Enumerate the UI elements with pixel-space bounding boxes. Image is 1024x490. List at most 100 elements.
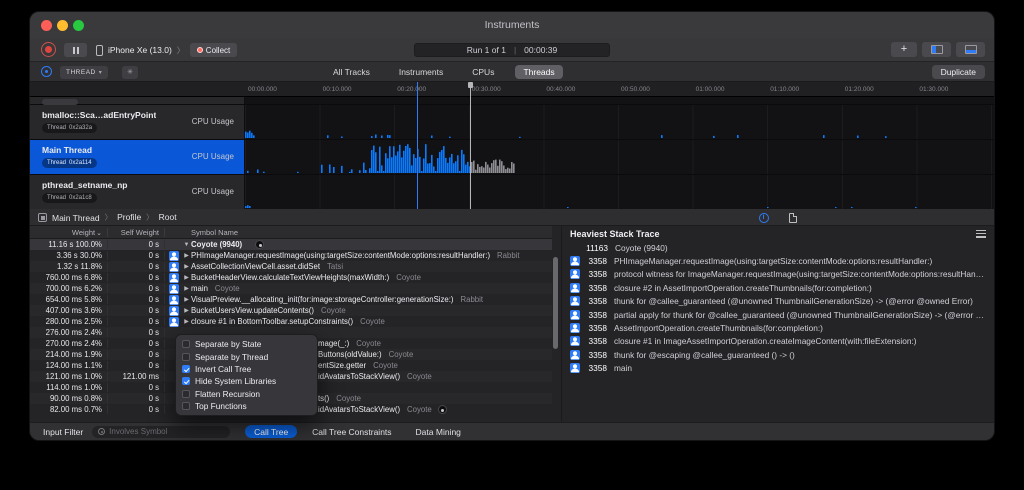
- stack-trace-row[interactable]: 3358 partial apply for thunk for @callee…: [562, 308, 994, 321]
- checkmark-icon: [182, 390, 190, 398]
- ruler-tick-label: 00:00.000: [248, 86, 277, 93]
- ruler-tick-label: 00:10.000: [323, 86, 352, 93]
- track-view-tabs: All Tracks Instruments CPUs Threads: [325, 62, 563, 82]
- stack-trace-row[interactable]: 11163 Coyote (9940): [562, 241, 994, 254]
- user-icon: [169, 317, 179, 327]
- track-label[interactable]: bmalloc::Sca…adEntryPoint Thread0x2a32a …: [30, 105, 245, 139]
- stack-trace-row[interactable]: 3358 protocol witness for ImageManager.r…: [562, 268, 994, 281]
- toggle-bottom-panel-button[interactable]: [956, 42, 985, 57]
- cpu-usage-graph[interactable]: [245, 175, 994, 209]
- weight-cell: 214.00 ms 1.9%: [30, 350, 108, 359]
- thread-filter-chip[interactable]: THREAD: [60, 66, 108, 79]
- icon-cell: [165, 306, 182, 316]
- self-weight-cell: 0 s: [108, 240, 165, 249]
- call-tree-row[interactable]: 760.00 ms 6.8% 0 s ▶BucketHeaderView.cal…: [30, 272, 552, 283]
- symbol-cell: ▶AssetCollectionViewCell.asset.didSetTat…: [182, 262, 552, 271]
- focus-badge-icon[interactable]: [255, 240, 264, 249]
- track-filter-tab[interactable]: All Tracks: [325, 65, 378, 79]
- call-tree-row[interactable]: 11.16 s 100.0% 0 s ▼Coyote (9940): [30, 239, 552, 250]
- call-tree-row[interactable]: 3.36 s 30.0% 0 s ▶PHImageManager.request…: [30, 250, 552, 261]
- disclosure-icon[interactable]: ▶: [182, 252, 191, 259]
- track-row[interactable]: Main Thread Thread0x2a114 CPU Usage: [30, 140, 994, 175]
- detail-tab[interactable]: Call Tree: [245, 425, 297, 438]
- checkmark-icon: [182, 377, 190, 385]
- focus-badge-icon[interactable]: [438, 405, 447, 414]
- symbol-filter-input[interactable]: [109, 427, 224, 436]
- context-menu-item[interactable]: Hide System Libraries: [176, 375, 317, 387]
- sample-count: 3358: [585, 256, 607, 266]
- track-row[interactable]: pthread_setname_np Thread0x2a1c8 CPU Usa…: [30, 175, 994, 209]
- track-label[interactable]: Main Thread Thread0x2a114 CPU Usage: [30, 140, 245, 174]
- filter-token-chip[interactable]: ✳: [122, 66, 138, 79]
- detail-tab[interactable]: Data Mining: [407, 425, 470, 438]
- weight-cell: 700.00 ms 6.2%: [30, 284, 108, 293]
- cpu-usage-graph[interactable]: [245, 105, 994, 139]
- ruler-tick-label: 01:10.000: [770, 86, 799, 93]
- disclosure-icon[interactable]: ▶: [182, 307, 191, 314]
- column-header-self-weight[interactable]: Self Weight: [108, 228, 165, 237]
- sample-count: 3358: [585, 350, 607, 360]
- stack-trace-row[interactable]: 3358 main: [562, 362, 994, 375]
- duplicate-button[interactable]: Duplicate: [932, 65, 985, 79]
- partial-track-row[interactable]: [30, 97, 994, 105]
- track-name: Main Thread: [42, 145, 92, 155]
- context-menu-item[interactable]: Separate by Thread: [176, 350, 317, 362]
- track-name: bmalloc::Sca…adEntryPoint: [42, 110, 156, 120]
- add-instrument-button[interactable]: +: [891, 42, 917, 57]
- stack-trace-row[interactable]: 3358 closure #1 in ImageAssetImportOpera…: [562, 335, 994, 348]
- track-filter-tab[interactable]: Instruments: [391, 65, 451, 79]
- weight-cell: 407.00 ms 3.6%: [30, 306, 108, 315]
- stack-trace-row[interactable]: 3358 closure #2 in AssetImportOperation.…: [562, 281, 994, 294]
- disclosure-icon[interactable]: ▶: [182, 285, 191, 292]
- info-icon[interactable]: i: [759, 213, 769, 223]
- context-menu-item[interactable]: Separate by State: [176, 338, 317, 350]
- stack-trace-row[interactable]: 3358 thunk for @callee_guaranteed (@unow…: [562, 295, 994, 308]
- column-header-symbol[interactable]: Symbol Name: [165, 228, 238, 237]
- track-filter-tab[interactable]: CPUs: [464, 65, 502, 79]
- breadcrumb-item[interactable]: Main Thread: [52, 213, 100, 223]
- symbol-cell: ▶PHImageManager.requestImage(using:targe…: [182, 251, 552, 260]
- cpu-usage-graph[interactable]: [245, 140, 994, 174]
- library-name: Coyote: [389, 350, 414, 359]
- playhead-marker[interactable]: [470, 82, 471, 209]
- column-header-weight[interactable]: Weight: [30, 228, 108, 237]
- disclosure-icon[interactable]: ▶: [182, 263, 191, 270]
- context-menu-item[interactable]: Invert Call Tree: [176, 363, 317, 375]
- toggle-left-panel-button[interactable]: [922, 42, 951, 57]
- context-menu-item[interactable]: Flatten Recursion: [176, 388, 317, 400]
- call-tree-row[interactable]: 654.00 ms 5.8% 0 s ▶VisualPreview.__allo…: [30, 294, 552, 305]
- self-weight-cell: 0 s: [108, 284, 165, 293]
- timeline-ruler[interactable]: 00:00.00000:10.00000:20.00000:30.00000:4…: [30, 82, 994, 97]
- call-tree-row[interactable]: 280.00 ms 2.5% 0 s ▶closure #1 in Bottom…: [30, 316, 552, 327]
- call-tree-row[interactable]: 407.00 ms 3.6% 0 s ▶BucketUsersView.upda…: [30, 305, 552, 316]
- stack-list-icon[interactable]: [976, 230, 986, 238]
- detail-tab[interactable]: Call Tree Constraints: [303, 425, 400, 438]
- context-menu-item[interactable]: Top Functions: [176, 400, 317, 412]
- track-label[interactable]: pthread_setname_np Thread0x2a1c8 CPU Usa…: [30, 175, 245, 209]
- meter-type-label: CPU Usage: [192, 117, 234, 126]
- target-icon[interactable]: [41, 66, 52, 77]
- self-weight-cell: 0 s: [108, 361, 165, 370]
- sample-count: 3358: [585, 283, 607, 293]
- pause-button[interactable]: [64, 43, 87, 57]
- inspection-head-marker[interactable]: [417, 82, 418, 209]
- track-row[interactable]: bmalloc::Sca…adEntryPoint Thread0x2a32a …: [30, 105, 994, 140]
- stack-trace-row[interactable]: 3358 thunk for @escaping @callee_guarant…: [562, 348, 994, 361]
- call-tree-row[interactable]: 700.00 ms 6.2% 0 s ▶mainCoyote: [30, 283, 552, 294]
- breadcrumb-item[interactable]: Root: [141, 212, 176, 223]
- stack-trace-row[interactable]: 3358 PHImageManager.requestImage(using:t…: [562, 254, 994, 267]
- disclosure-icon[interactable]: ▶: [182, 296, 191, 303]
- disclosure-icon[interactable]: ▶: [182, 318, 191, 325]
- stack-trace-row[interactable]: 3358 AssetImportOperation.createThumbnai…: [562, 321, 994, 334]
- device-selector[interactable]: iPhone Xe (13.0) 〉 Collect: [96, 43, 237, 57]
- record-button[interactable]: [41, 42, 56, 57]
- disclosure-icon[interactable]: ▼: [182, 242, 191, 248]
- document-icon[interactable]: [789, 213, 797, 223]
- call-tree-row[interactable]: 1.32 s 11.8% 0 s ▶AssetCollectionViewCel…: [30, 261, 552, 272]
- breadcrumb-item[interactable]: Profile: [100, 212, 142, 223]
- track-filter-tab[interactable]: Threads: [515, 65, 562, 79]
- target-process-chip[interactable]: Collect: [190, 43, 237, 57]
- vertical-scrollbar[interactable]: [553, 257, 558, 349]
- disclosure-icon[interactable]: ▶: [182, 274, 191, 281]
- symbol-filter-field[interactable]: [92, 426, 230, 438]
